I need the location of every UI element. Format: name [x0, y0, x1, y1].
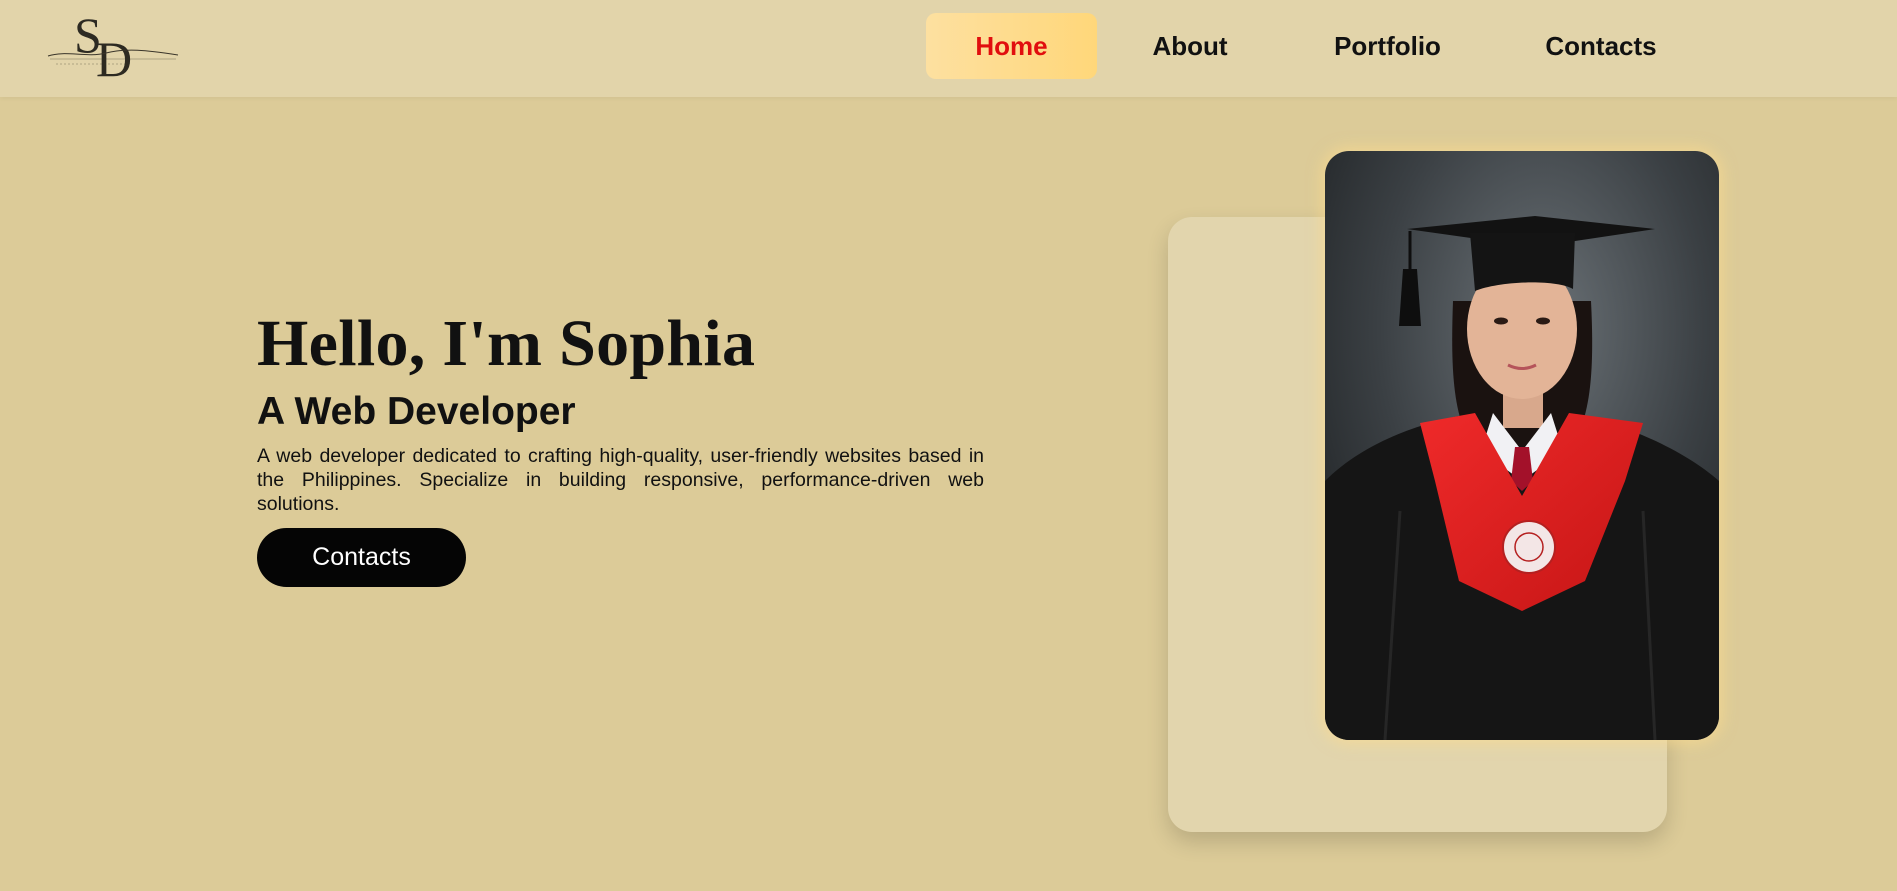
- profile-photo: [1325, 151, 1719, 740]
- hero-description: A web developer dedicated to crafting hi…: [257, 445, 984, 515]
- hero-title: Hello, I'm Sophia: [257, 307, 756, 380]
- nav-portfolio[interactable]: Portfolio: [1320, 13, 1455, 79]
- nav-about[interactable]: About: [1130, 13, 1250, 79]
- contacts-button[interactable]: Contacts: [257, 528, 466, 587]
- main-nav: Home About Portfolio Contacts: [0, 13, 1897, 79]
- nav-home[interactable]: Home: [926, 13, 1097, 79]
- hero-subtitle: A Web Developer: [257, 390, 576, 433]
- site-header: S D Home About Portfolio Contacts: [0, 0, 1897, 97]
- nav-contacts[interactable]: Contacts: [1535, 13, 1667, 79]
